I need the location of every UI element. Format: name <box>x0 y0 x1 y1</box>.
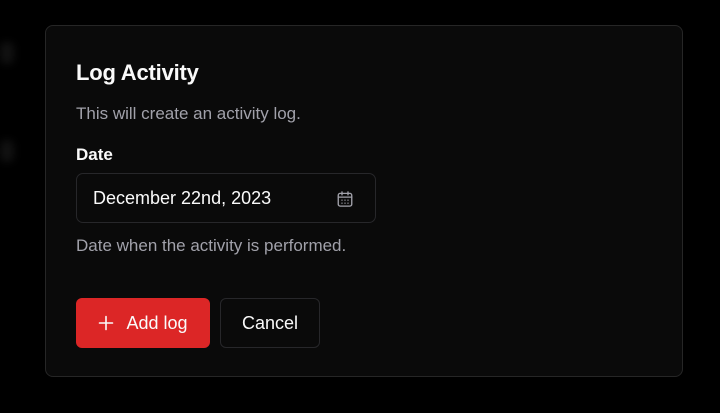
cancel-label: Cancel <box>241 312 299 333</box>
dialog-title: Log Activity <box>76 60 199 85</box>
calendar-icon <box>337 191 353 207</box>
date-value: December 22nd, 2023 <box>93 188 272 208</box>
background-placeholder <box>0 42 14 64</box>
date-picker-input[interactable]: December 22nd, 2023 <box>76 173 376 223</box>
add-log-button[interactable]: Add log <box>76 298 210 348</box>
plus-icon <box>99 315 114 331</box>
dialog-description: This will create an activity log. <box>76 104 301 123</box>
add-log-label: Add log <box>126 312 188 333</box>
date-field-label: Date <box>76 145 113 164</box>
log-activity-dialog: Log Activity This will create an activit… <box>45 25 683 377</box>
background-placeholder <box>0 140 14 162</box>
cancel-button[interactable]: Cancel <box>220 298 320 348</box>
date-helper-text: Date when the activity is performed. <box>76 236 347 255</box>
